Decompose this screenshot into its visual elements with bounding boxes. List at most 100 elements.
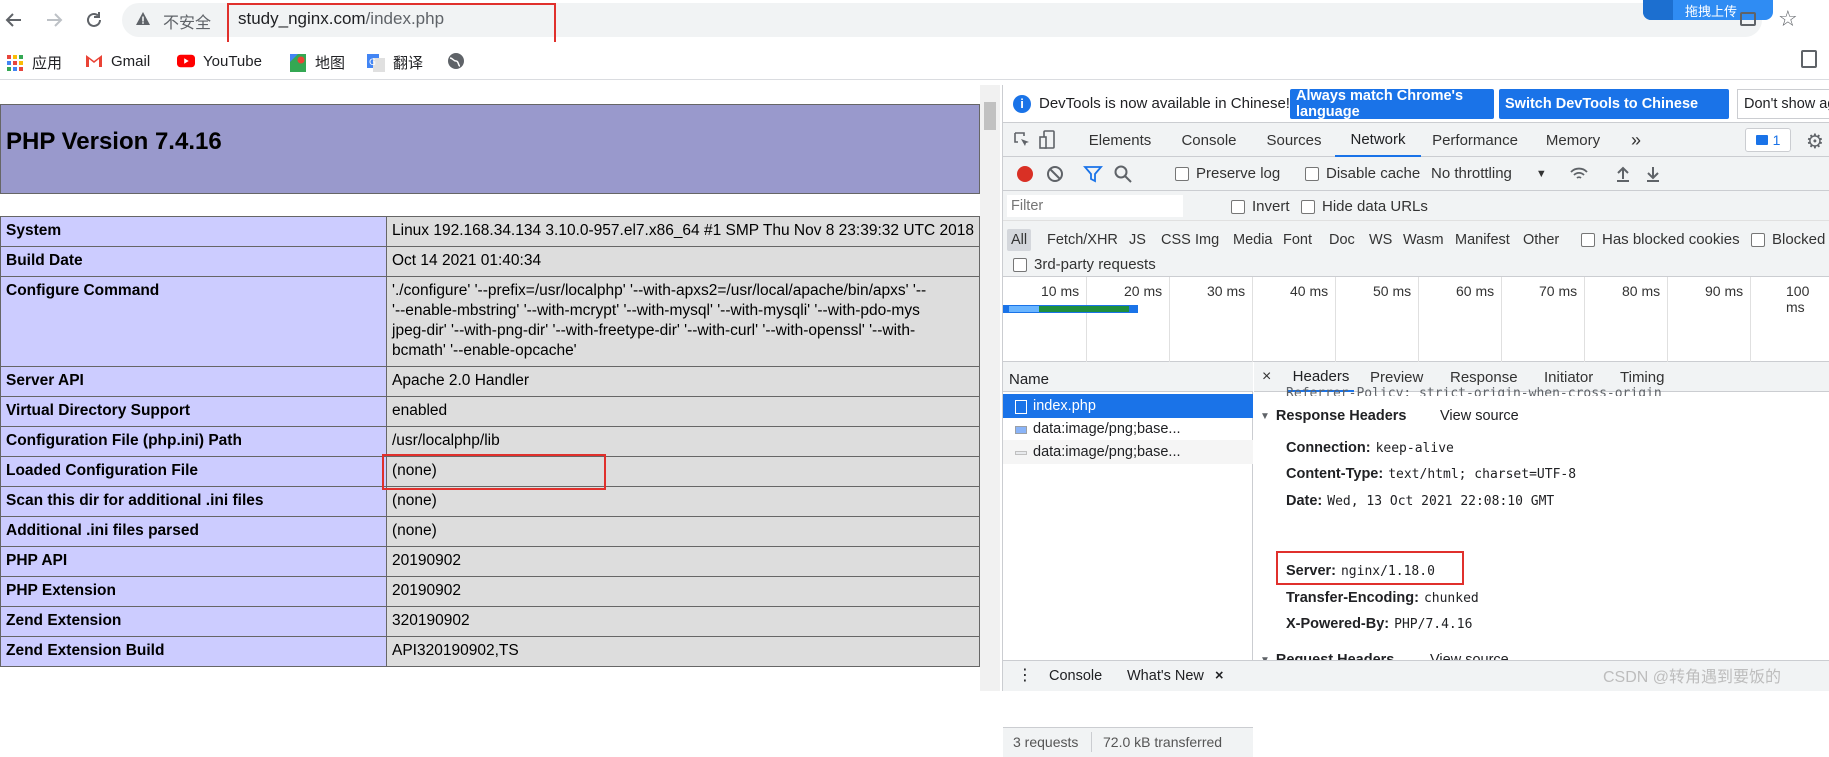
filter-input[interactable] bbox=[1007, 195, 1183, 217]
bookmark-translate[interactable]: G 翻译 bbox=[367, 52, 423, 73]
tab-sources[interactable]: Sources bbox=[1253, 123, 1335, 157]
view-source-link[interactable]: View source bbox=[1440, 408, 1519, 424]
record-icon[interactable] bbox=[1015, 164, 1035, 184]
table-row: Configure Command './configure' '--prefix… bbox=[0, 276, 980, 367]
bookmark-youtube[interactable]: YouTube bbox=[177, 52, 262, 70]
disable-cache-checkbox[interactable]: Disable cache bbox=[1305, 165, 1420, 182]
device-toolbar-icon[interactable] bbox=[1039, 130, 1057, 150]
type-filter-all[interactable]: All bbox=[1007, 229, 1032, 251]
drawer-tab-whats-new[interactable]: What's New bbox=[1127, 668, 1204, 684]
bookmark-maps[interactable]: 地图 bbox=[289, 52, 345, 73]
tab-console[interactable]: Console bbox=[1165, 123, 1253, 157]
switch-to-chinese-button[interactable]: Switch DevTools to Chinese bbox=[1499, 89, 1729, 119]
response-headers-section[interactable]: ▼ Response Headers bbox=[1260, 408, 1406, 424]
row-key: Server API bbox=[0, 366, 387, 397]
type-filter-other[interactable]: Other bbox=[1523, 229, 1559, 251]
type-filter-font[interactable]: Font bbox=[1283, 229, 1312, 251]
type-filter-manifest[interactable]: Manifest bbox=[1455, 229, 1510, 251]
type-filter-doc[interactable]: Doc bbox=[1329, 229, 1355, 251]
reload-icon[interactable] bbox=[80, 6, 108, 34]
dont-show-again-button[interactable]: Don't show again bbox=[1737, 89, 1829, 119]
type-filter-js[interactable]: JS bbox=[1129, 229, 1146, 251]
page-scrollbar[interactable] bbox=[980, 85, 1000, 691]
value-line: './configure' '--prefix=/usr/localphp' '… bbox=[392, 282, 927, 299]
table-row: Virtual Directory Support enabled bbox=[0, 396, 980, 427]
image-icon bbox=[1015, 426, 1027, 434]
network-conditions-wifi-icon[interactable] bbox=[1569, 164, 1589, 184]
bookmark-label: Gmail bbox=[111, 52, 151, 70]
export-har-icon[interactable] bbox=[1643, 164, 1663, 184]
document-icon bbox=[1015, 400, 1027, 414]
row-key: Virtual Directory Support bbox=[0, 396, 387, 427]
value-line: '--enable-mbstring' '--with-mcrypt' '--w… bbox=[392, 302, 920, 319]
close-detail-icon[interactable]: × bbox=[1262, 362, 1271, 392]
close-drawer-tab-icon[interactable]: × bbox=[1215, 668, 1223, 684]
drawer-menu-icon[interactable]: ⋮ bbox=[1017, 665, 1033, 685]
request-row-data-image[interactable]: data:image/png;base... bbox=[1003, 417, 1253, 441]
always-match-language-button[interactable]: Always match Chrome's language bbox=[1290, 88, 1494, 120]
request-name: data:image/png;base... bbox=[1033, 421, 1181, 437]
checkbox-label: Blocked Requests bbox=[1772, 231, 1829, 248]
request-row-index-php[interactable]: index.php bbox=[1003, 394, 1253, 418]
reading-list-icon[interactable] bbox=[1801, 50, 1817, 68]
issues-badge[interactable]: 1 bbox=[1745, 128, 1791, 152]
value-line: jpeg-dir' '--with-png-dir' '--with-freet… bbox=[392, 322, 916, 339]
name-column-header[interactable]: Name bbox=[1003, 362, 1253, 392]
bookmark-gmail[interactable]: Gmail bbox=[85, 52, 150, 70]
bookmark-star-icon[interactable]: ☆ bbox=[1778, 6, 1798, 32]
tick-line bbox=[1252, 277, 1253, 362]
bookmark-globe[interactable] bbox=[447, 52, 473, 70]
server-api-highlight-box bbox=[382, 454, 606, 490]
third-party-requests-checkbox[interactable]: 3rd-party requests bbox=[1013, 256, 1156, 273]
forward-arrow-icon[interactable] bbox=[40, 6, 68, 34]
request-row-data-image[interactable]: data:image/png;base... bbox=[1003, 440, 1253, 464]
request-name: index.php bbox=[1033, 398, 1096, 414]
section-title: Response Headers bbox=[1275, 408, 1407, 424]
back-arrow-icon[interactable] bbox=[0, 6, 28, 34]
tab-elements[interactable]: Elements bbox=[1075, 123, 1165, 157]
drawer-tab-console[interactable]: Console bbox=[1049, 668, 1102, 684]
network-overview-timeline[interactable]: 10 ms 20 ms 30 ms 40 ms 50 ms 60 ms 70 m… bbox=[1003, 277, 1829, 362]
row-value: 20190902 bbox=[386, 546, 980, 577]
tick-label: 30 ms bbox=[1207, 283, 1246, 299]
tab-performance[interactable]: Performance bbox=[1421, 123, 1529, 157]
header-row-content-type: Content-Type: text/html; charset=UTF-8 bbox=[1286, 466, 1576, 482]
filter-funnel-icon[interactable] bbox=[1083, 164, 1103, 184]
settings-gear-icon[interactable]: ⚙ bbox=[1806, 129, 1824, 154]
php-header: PHP Version 7.4.16 bbox=[0, 104, 980, 194]
tab-memory[interactable]: Memory bbox=[1529, 123, 1617, 157]
tick-line bbox=[1584, 277, 1585, 362]
tick-label: 20 ms bbox=[1124, 283, 1163, 299]
more-tabs-icon[interactable]: » bbox=[1631, 123, 1641, 157]
youtube-icon bbox=[177, 52, 195, 70]
cast-icon[interactable] bbox=[1740, 12, 1756, 26]
type-filter-wasm[interactable]: Wasm bbox=[1403, 229, 1444, 251]
preserve-log-checkbox[interactable]: Preserve log bbox=[1175, 165, 1280, 182]
bookmark-apps[interactable]: 应用 bbox=[6, 52, 62, 73]
bookmark-label: 应用 bbox=[32, 55, 63, 72]
type-filter-ws[interactable]: WS bbox=[1369, 229, 1392, 251]
inspect-element-icon[interactable] bbox=[1013, 131, 1031, 149]
blocked-requests-checkbox[interactable]: Blocked Requests bbox=[1751, 231, 1829, 248]
search-icon[interactable] bbox=[1113, 164, 1133, 184]
throttling-select[interactable]: No throttling ▼ bbox=[1431, 165, 1547, 182]
hide-data-urls-checkbox[interactable]: Hide data URLs bbox=[1301, 198, 1428, 215]
url-text[interactable]: study_nginx.com/index.php bbox=[238, 9, 444, 29]
clear-icon[interactable] bbox=[1045, 164, 1065, 184]
tick-label: 100 ms bbox=[1786, 283, 1810, 315]
invert-checkbox[interactable]: Invert bbox=[1231, 198, 1290, 215]
type-filter-img[interactable]: Img bbox=[1195, 229, 1219, 251]
warning-triangle-icon[interactable] bbox=[135, 11, 151, 27]
scrollbar-thumb[interactable] bbox=[984, 102, 996, 130]
type-filter-css[interactable]: CSS bbox=[1161, 229, 1191, 251]
type-filter-fetch-xhr[interactable]: Fetch/XHR bbox=[1047, 229, 1118, 251]
url-path: /index.php bbox=[365, 9, 445, 28]
has-blocked-cookies-checkbox[interactable]: Has blocked cookies bbox=[1581, 231, 1740, 248]
import-har-icon[interactable] bbox=[1613, 164, 1633, 184]
not-secure-label[interactable]: 不安全 bbox=[163, 9, 211, 33]
image-icon bbox=[1015, 451, 1027, 455]
tab-network[interactable]: Network bbox=[1335, 123, 1421, 157]
row-key: Loaded Configuration File bbox=[0, 456, 387, 487]
tick-line bbox=[1667, 277, 1668, 362]
type-filter-media[interactable]: Media bbox=[1233, 229, 1273, 251]
